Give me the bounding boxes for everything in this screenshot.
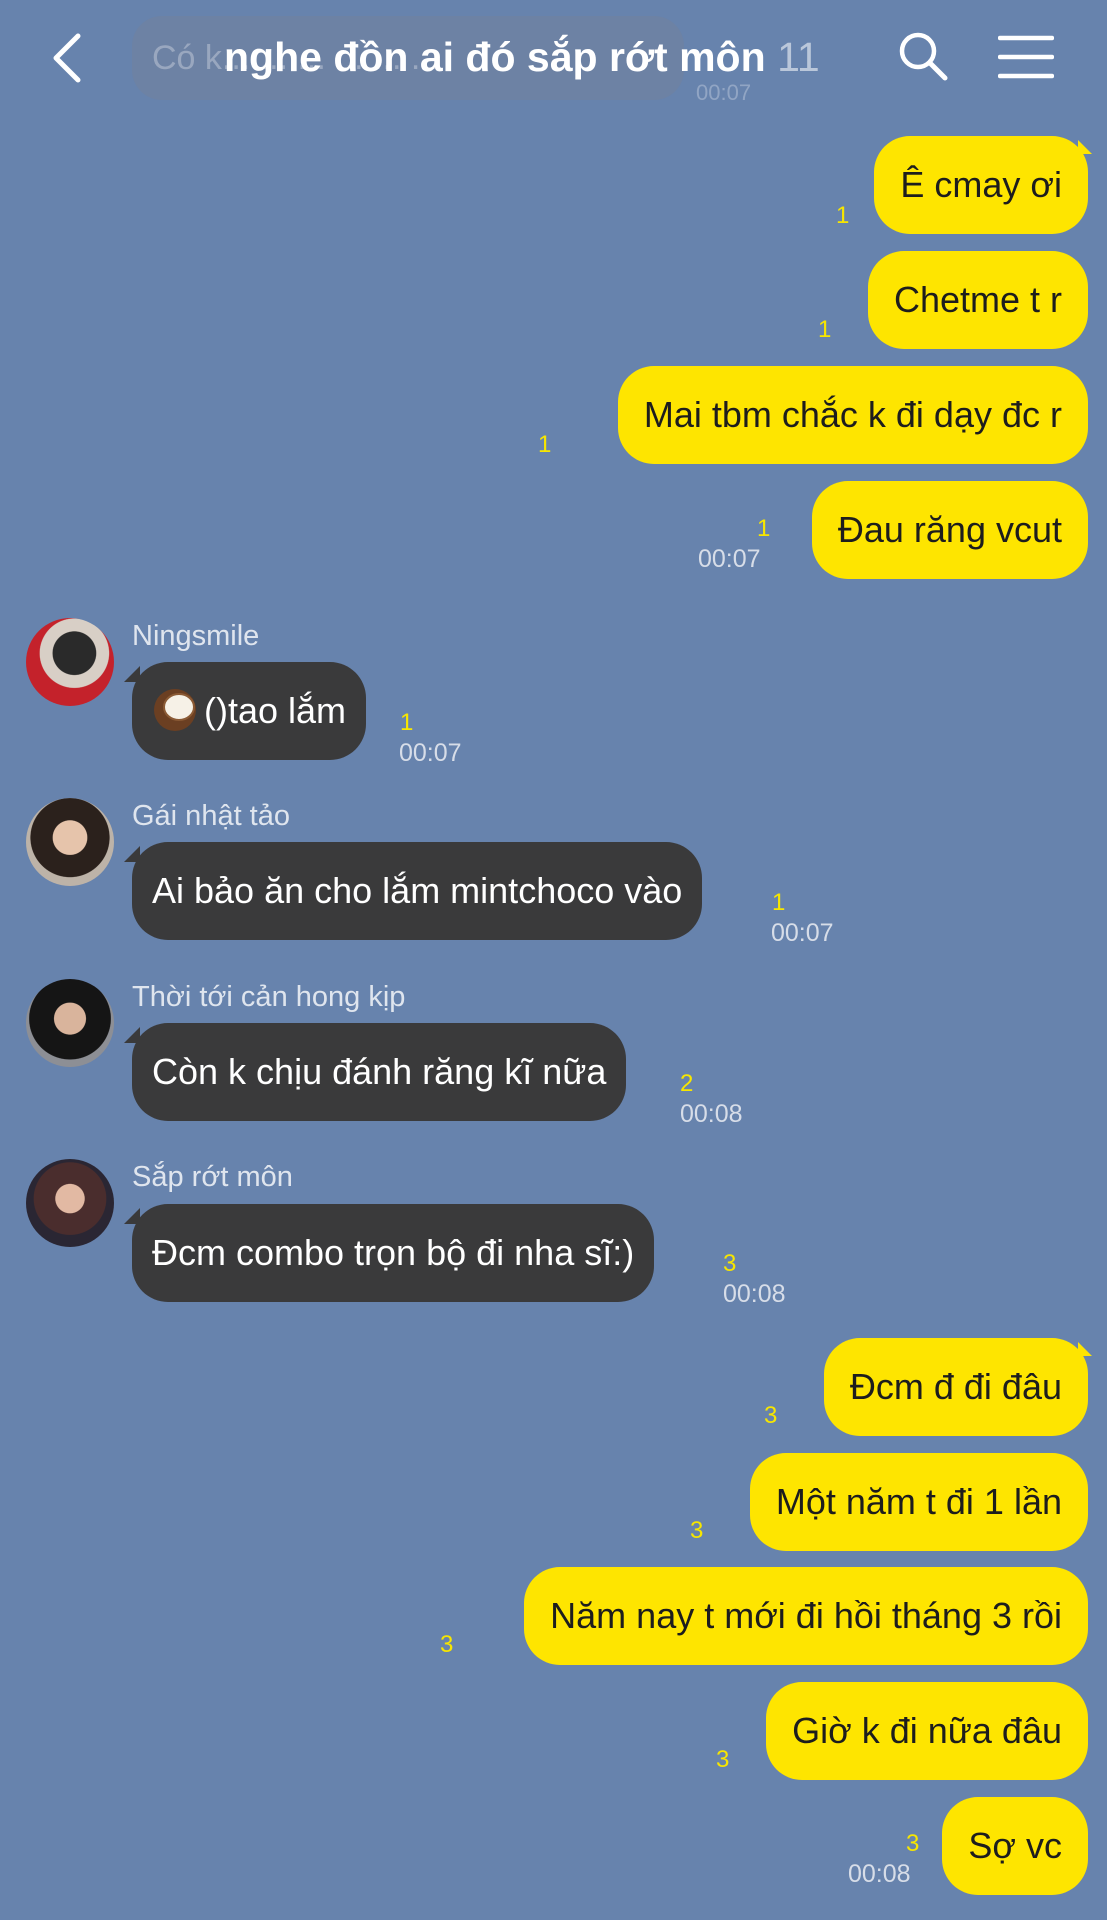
message-time: 00:08 xyxy=(680,1100,743,1128)
unread-count: 3 xyxy=(764,1402,778,1429)
unread-count: 1 xyxy=(836,202,850,229)
message-time: 00:08 xyxy=(848,1860,911,1888)
avatar[interactable] xyxy=(26,618,114,706)
my-message-bubble[interactable]: Đcm đ đi đâu xyxy=(823,1338,1088,1436)
message-time: 00:08 xyxy=(723,1280,786,1308)
my-message-bubble[interactable]: Mai tbm chắc k đi dạy đc r xyxy=(617,366,1088,464)
avatar[interactable] xyxy=(26,979,114,1067)
my-message-bubble[interactable]: Ê cmay ơi xyxy=(874,136,1088,234)
chevron-left-icon xyxy=(53,33,81,83)
search-button[interactable] xyxy=(895,28,951,84)
unread-count: 2 xyxy=(680,1070,694,1097)
back-button[interactable] xyxy=(46,30,90,86)
my-message-bubble[interactable]: Chetme t r xyxy=(867,251,1088,349)
unread-count: 1 xyxy=(757,515,771,542)
unread-count: 3 xyxy=(716,1746,730,1773)
sender-name: Sắp rớt môn xyxy=(132,1161,293,1193)
my-message-bubble[interactable]: Giờ k đi nữa đâu xyxy=(766,1682,1088,1780)
unread-count: 3 xyxy=(690,1517,704,1544)
other-message-bubble[interactable]: Ai bảo ăn cho lắm mintchoco vào xyxy=(132,842,703,940)
unread-count: 3 xyxy=(906,1830,920,1857)
hamburger-menu-icon xyxy=(997,35,1055,79)
my-message-bubble[interactable]: Đau răng vcut xyxy=(811,481,1088,579)
unread-count: 1 xyxy=(400,709,414,736)
avatar[interactable] xyxy=(26,798,114,886)
message-time: 00:07 xyxy=(399,739,462,767)
sender-name: Ningsmile xyxy=(132,620,260,652)
my-message-bubble[interactable]: Năm nay t mới đi hồi tháng 3 rồi xyxy=(524,1567,1088,1665)
unread-count: 1 xyxy=(772,889,786,916)
other-message-bubble[interactable]: Còn k chịu đánh răng kĩ nữa xyxy=(132,1023,627,1121)
message-text: ()tao lắm xyxy=(204,690,347,731)
member-count: 11 xyxy=(777,34,820,80)
chat-title-text: nghe đồn ai đó sắp rớt môn xyxy=(224,34,766,80)
message-time: 00:07 xyxy=(771,919,834,947)
sender-name: Thời tới cản hong kịp xyxy=(132,981,406,1013)
unread-count: 3 xyxy=(440,1631,454,1658)
unread-count: 1 xyxy=(538,431,552,458)
avatar[interactable] xyxy=(26,1159,114,1247)
unread-count: 3 xyxy=(723,1250,737,1277)
sender-name: Gái nhật tảo xyxy=(132,800,290,832)
search-icon xyxy=(899,32,948,81)
other-message-bubble[interactable]: ()tao lắm xyxy=(132,662,367,760)
chat-title: nghe đồn ai đó sắp rớt môn 11 xyxy=(224,22,844,92)
unread-count: 1 xyxy=(818,316,832,343)
menu-button[interactable] xyxy=(997,32,1055,82)
my-message-bubble[interactable]: Một năm t đi 1 lần xyxy=(749,1453,1088,1551)
message-time: 00:07 xyxy=(698,545,761,573)
other-message-bubble[interactable]: Đcm combo trọn bộ đi nha sĩ:) xyxy=(132,1204,655,1302)
my-message-bubble[interactable]: Sợ vc xyxy=(942,1797,1088,1895)
coconut-icon xyxy=(154,689,196,732)
chat-header: Có k... ... ... ... ... ... 00:07 nghe đ… xyxy=(0,0,1107,118)
